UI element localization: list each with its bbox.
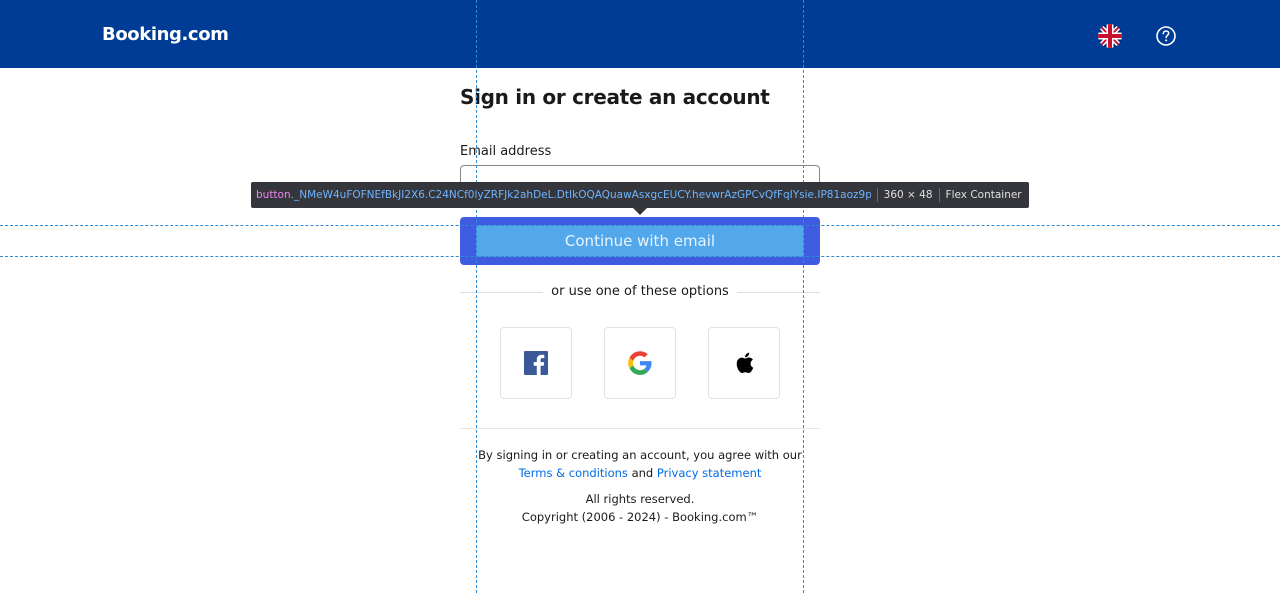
continue-button-label: Continue with email	[476, 225, 804, 257]
legal-notice: By signing in or creating an account, yo…	[460, 446, 820, 482]
devtools-guide-top	[0, 225, 1280, 226]
google-signin-button[interactable]	[604, 327, 676, 399]
footer-divider	[460, 428, 820, 429]
devtools-element-tooltip: button ._NMeW4uFOFNEfBkJI2X6.C24NCf0lyZRF…	[251, 182, 1029, 208]
uk-flag-icon	[1098, 24, 1122, 48]
question-circle-icon	[1156, 26, 1176, 46]
tooltip-arrow	[633, 208, 647, 215]
apple-signin-button[interactable]	[708, 327, 780, 399]
tooltip-separator	[938, 188, 940, 202]
rights-text: All rights reserved.	[585, 492, 695, 506]
facebook-icon	[524, 351, 548, 375]
legal-text: By signing in or creating an account, yo…	[478, 448, 802, 462]
devtools-guide-left	[476, 0, 477, 593]
google-icon	[628, 351, 652, 375]
tooltip-classes: ._NMeW4uFOFNEfBkJI2X6.C24NCf0lyZRFJk2ahD…	[290, 189, 871, 201]
booking-logo[interactable]: Booking.com	[102, 24, 229, 45]
devtools-guide-right	[803, 0, 804, 593]
email-label: Email address	[460, 144, 552, 159]
privacy-link[interactable]: Privacy statement	[657, 466, 762, 480]
tooltip-badge: Flex Container	[945, 189, 1022, 201]
page: Booking.com Sign in or create an account…	[0, 0, 1280, 593]
legal-and-text: and	[627, 466, 657, 480]
help-button[interactable]	[1156, 26, 1176, 46]
tooltip-tag: button	[256, 189, 291, 201]
divider-text: or use one of these options	[460, 284, 820, 299]
devtools-guide-bottom	[0, 256, 1280, 257]
tooltip-separator	[876, 188, 878, 202]
apple-icon	[736, 352, 754, 374]
copyright-text: Copyright (2006 - 2024) - Booking.com™	[521, 510, 759, 524]
tooltip-size: 360 × 48	[883, 189, 933, 201]
terms-link[interactable]: Terms & conditions	[519, 466, 628, 480]
copyright-block: All rights reserved. Copyright (2006 - 2…	[460, 490, 820, 526]
page-title: Sign in or create an account	[460, 85, 770, 109]
language-button[interactable]	[1098, 24, 1122, 48]
facebook-signin-button[interactable]	[500, 327, 572, 399]
top-header: Booking.com	[0, 0, 1280, 68]
options-divider: or use one of these options	[460, 282, 820, 302]
